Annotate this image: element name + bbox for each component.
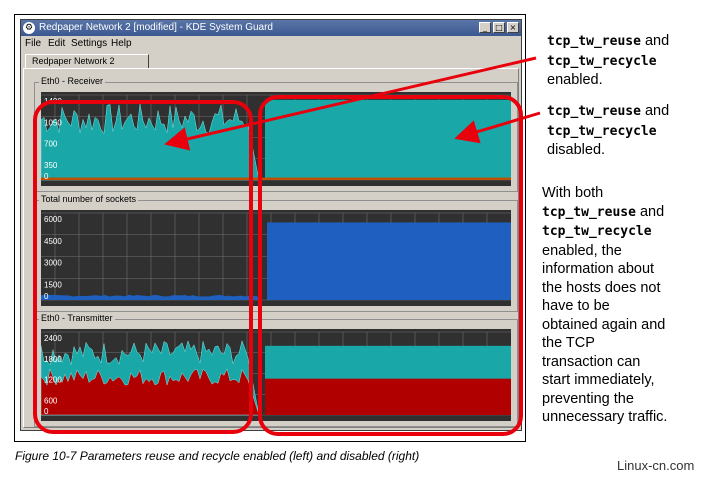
note-disabled-and: and bbox=[640, 103, 670, 119]
note-explanation-line: have to be bbox=[542, 298, 610, 314]
note-explanation-code-recycle: tcp_tw_recycle bbox=[542, 224, 652, 239]
note-explanation-line: the hosts does not bbox=[542, 279, 661, 296]
note-enabled: tcp_tw_reuse and tcp_tw_recycle enabled. bbox=[547, 32, 669, 90]
note-explanation-line: enabled, the bbox=[542, 242, 622, 259]
note-disabled-tail: disabled. bbox=[547, 142, 606, 158]
arrow-disabled bbox=[454, 111, 541, 144]
note-enabled-and: and bbox=[640, 33, 670, 49]
note-enabled-code-recycle: tcp_tw_recycle bbox=[547, 53, 657, 69]
note-explanation: With both tcp_tw_reuse and tcp_tw_recycl… bbox=[542, 184, 667, 427]
watermark: Linux-cn.com bbox=[617, 458, 695, 473]
note-explanation-line: the TCP bbox=[542, 335, 595, 351]
note-enabled-code-reuse: tcp_tw_reuse bbox=[547, 34, 641, 49]
note-explanation-line: preventing the bbox=[542, 390, 634, 407]
note-explanation-line: transaction can bbox=[542, 353, 641, 370]
note-disabled-code-recycle: tcp_tw_recycle bbox=[547, 123, 657, 139]
note-explanation-line: information about bbox=[542, 261, 655, 277]
note-disabled-code-reuse: tcp_tw_reuse bbox=[547, 104, 641, 119]
note-disabled: tcp_tw_reuse and tcp_tw_recycle disabled… bbox=[547, 102, 669, 160]
note-explanation-line: start immediately, bbox=[542, 372, 655, 388]
note-explanation-and: and bbox=[635, 203, 665, 220]
note-explanation-line: obtained again and bbox=[542, 316, 666, 333]
note-explanation-line-1: With both bbox=[542, 185, 604, 201]
figure-caption: Figure 10-7 Parameters reuse and recycle… bbox=[15, 449, 420, 463]
note-enabled-tail: enabled. bbox=[547, 72, 603, 88]
note-explanation-code-reuse: tcp_tw_reuse bbox=[542, 204, 636, 220]
note-explanation-line: unnecessary traffic. bbox=[542, 409, 668, 425]
